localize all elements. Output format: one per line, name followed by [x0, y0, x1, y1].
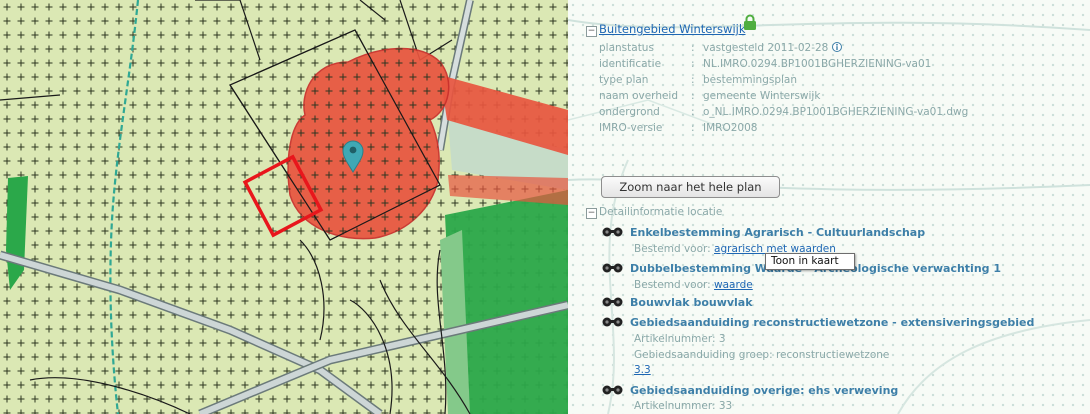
- prop-row-identificatie: identificatie: NL.IMRO.0294.BP1001BGHERZI…: [599, 58, 931, 72]
- info-panel: − Buitengebied Winterswijk planstatus: va…: [568, 0, 1090, 414]
- prop-colon: :: [691, 58, 695, 70]
- prop-value: o_NL.IMRO.0294.BP1001BGHERZIENING-va01.d…: [703, 106, 969, 118]
- detail-item-title: Enkelbestemming Agrarisch - Cultuurlands…: [630, 226, 926, 239]
- plan-title-link[interactable]: Buitengebied Winterswijk: [599, 22, 746, 36]
- prop-colon: :: [691, 74, 695, 86]
- eye-icon[interactable]: [601, 315, 625, 327]
- eye-icon[interactable]: [601, 261, 625, 273]
- screenshot-root: − Buitengebied Winterswijk planstatus: va…: [0, 0, 1090, 414]
- eye-icon[interactable]: [601, 225, 625, 237]
- prop-row-imro-versie: IMRO-versie: IMRO2008: [599, 122, 757, 136]
- prop-key: type plan: [599, 74, 649, 86]
- prop-colon: :: [691, 106, 695, 118]
- detail-item-link[interactable]: 3.3: [634, 364, 651, 376]
- detail-item-title: Bouwvlak bouwvlak: [630, 296, 753, 309]
- prop-key: IMRO-versie: [599, 122, 663, 134]
- zoom-to-plan-button[interactable]: Zoom naar het hele plan: [601, 176, 780, 198]
- prop-value: bestemmingsplan: [703, 74, 798, 86]
- prop-key: ondergrond: [599, 106, 660, 118]
- prop-colon: :: [691, 90, 695, 102]
- prop-value: gemeente Winterswijk: [703, 90, 821, 102]
- prop-row-planstatus: planstatus: vastgesteld 2011-02-28: [599, 42, 843, 56]
- map-view[interactable]: [0, 0, 568, 414]
- prop-row-type-plan: type plan: bestemmingsplan: [599, 74, 797, 88]
- prop-colon: :: [691, 122, 695, 134]
- tree-toggle-icon[interactable]: −: [586, 208, 597, 219]
- prop-row-naam-overheid: naam overheid: gemeente Winterswijk: [599, 90, 820, 104]
- info-icon[interactable]: [832, 42, 843, 52]
- prop-value: vastgesteld 2011-02-28: [703, 42, 829, 54]
- lock-icon: [744, 14, 756, 30]
- tooltip: Toon in kaart: [765, 253, 855, 270]
- detail-item-title: Gebiedsaanduiding reconstructiewetzone -…: [630, 316, 1035, 329]
- detail-item-link[interactable]: waarde: [714, 279, 753, 291]
- prop-colon: :: [691, 42, 695, 54]
- prop-key: planstatus: [599, 42, 654, 54]
- prop-key: identificatie: [599, 58, 662, 70]
- prop-value: IMRO2008: [703, 122, 758, 134]
- panel-content: − Buitengebied Winterswijk planstatus: va…: [568, 0, 1090, 414]
- eye-icon[interactable]: [601, 295, 625, 307]
- map-canvas[interactable]: [0, 0, 568, 414]
- detail-item-prefix: Bestemd voor:: [634, 243, 711, 255]
- detail-item-title: Gebiedsaanduiding overige: ehs verweving: [630, 384, 899, 397]
- detail-item-sub: 3.3: [634, 364, 651, 376]
- detail-item-sub: Bestemd voor: waarde: [634, 279, 753, 291]
- prop-key: naam overheid: [599, 90, 679, 102]
- section-title: Detailinformatie locatie: [599, 206, 723, 218]
- detail-item-prefix: Bestemd voor:: [634, 279, 711, 291]
- eye-icon[interactable]: [601, 383, 625, 395]
- prop-value: NL.IMRO.0294.BP1001BGHERZIENING-va01: [703, 58, 932, 70]
- detail-item-line: Gebiedsaanduiding groep: reconstructiewe…: [634, 349, 890, 361]
- detail-item-line: Artikelnummer: 33: [634, 400, 733, 412]
- prop-row-ondergrond: ondergrond: o_NL.IMRO.0294.BP1001BGHERZIE…: [599, 106, 968, 120]
- tree-toggle-icon[interactable]: −: [586, 26, 597, 37]
- detail-item-line: Artikelnummer: 3: [634, 333, 726, 345]
